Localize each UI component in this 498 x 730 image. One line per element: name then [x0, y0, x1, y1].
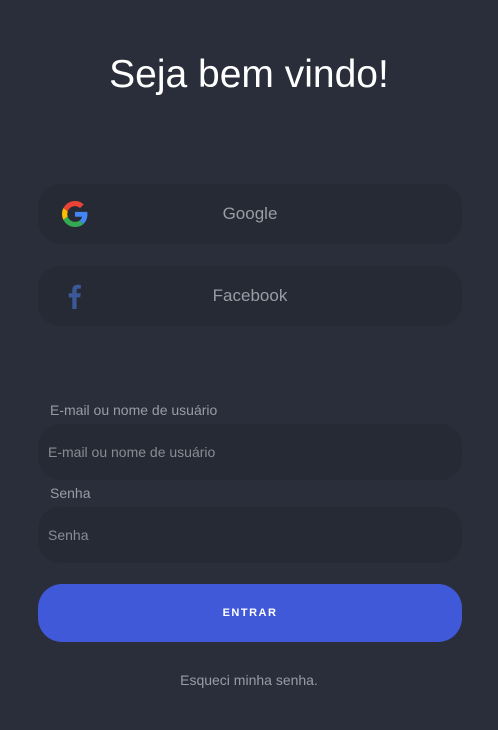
email-label: E-mail ou nome de usuário [50, 402, 218, 418]
facebook-login-button[interactable]: Facebook [38, 266, 462, 326]
forgot-password-link[interactable]: Esqueci minha senha. [0, 671, 498, 689]
page-title: Seja bem vindo! [109, 53, 389, 96]
email-field[interactable] [38, 424, 462, 480]
login-submit-button[interactable]: ENTRAR [38, 584, 462, 642]
password-label: Senha [50, 485, 91, 501]
google-login-label: Google [222, 204, 278, 223]
password-field[interactable] [38, 507, 462, 563]
facebook-login-label: Facebook [212, 286, 288, 305]
login-card: Seja bem vindo! Google Facebook E-mail o… [0, 0, 498, 730]
google-login-button[interactable]: Google [38, 184, 462, 244]
